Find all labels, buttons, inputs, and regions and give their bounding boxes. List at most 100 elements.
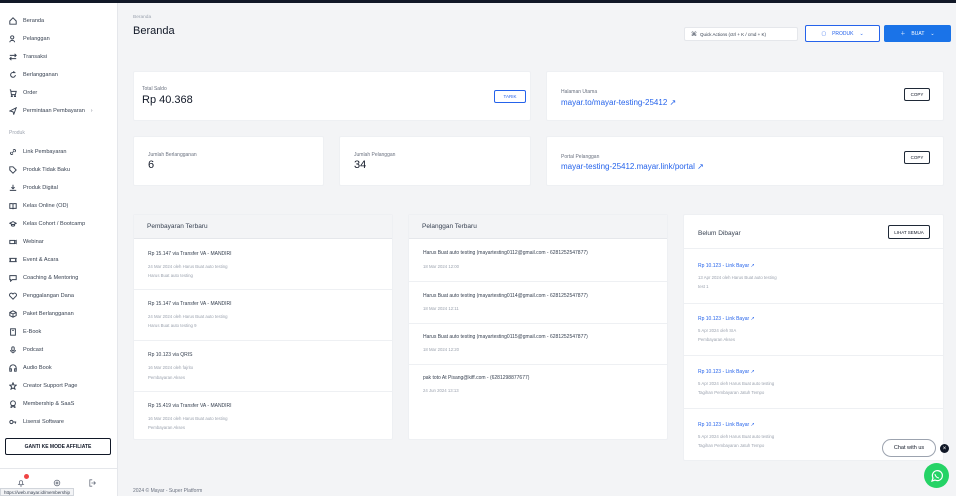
link-icon	[10, 149, 16, 155]
divider	[684, 408, 943, 409]
sidebar-item-webinar[interactable]: Webinar	[9, 237, 44, 247]
sidebar-item-pelanggan[interactable]: Pelanggan	[9, 34, 50, 44]
pelanggan-item-sub: 18 Mar 2024 12:20	[423, 347, 460, 352]
pembayaran-item-sub2: Harus Buat auto testing	[148, 273, 193, 278]
belum-panel-title: Belum Dibayar	[698, 230, 741, 237]
portal-link[interactable]: mayar-testing-25412.mayar.link/portal ↗	[561, 162, 704, 171]
sidebar-item-podcast[interactable]: Podcast	[9, 345, 43, 355]
divider	[409, 364, 667, 365]
jumlah-berlangganan-card: Jumlah Berlangganan 6	[133, 136, 324, 186]
cap-icon	[9, 221, 17, 227]
pelanggan-item-sub: 24 Jun 2024 13:13	[423, 388, 459, 393]
browser-top-bar	[0, 0, 956, 3]
pelanggan-item-sub: 18 Mar 2024 12:00	[423, 264, 460, 269]
pembayaran-item-sub2: Harus Buat auto testing 9	[148, 323, 197, 328]
status-url-tooltip: https://web.mayar.id/membership	[0, 488, 75, 496]
portal-label: Portal Pelanggan	[561, 154, 600, 160]
sidebar-item-permintaan-pembayaran[interactable]: Permintaan Pembayaran ›	[9, 106, 93, 116]
sidebar-item-coaching[interactable]: Coaching & Mentoring	[9, 273, 78, 283]
cart-icon	[9, 89, 17, 97]
belum-item-link[interactable]: Rp 10.123 - Link Bayar ↗	[698, 422, 755, 428]
tarik-button[interactable]: TARIK	[494, 90, 526, 103]
bell-icon[interactable]	[17, 479, 25, 487]
sidebar-item-ebook[interactable]: E-Book	[9, 327, 41, 337]
footer-copyright: 2024 © Mayar - Super Platform	[133, 488, 203, 494]
belum-dibayar-panel: Belum Dibayar LIHAT SEMUA Rp 10.123 - Li…	[683, 214, 944, 461]
close-icon[interactable]: ×	[940, 444, 949, 453]
logout-icon[interactable]	[89, 479, 97, 487]
copy-portal-button[interactable]: COPY	[904, 151, 930, 164]
sidebar-item-kelas-cohort[interactable]: Kelas Cohort / Bootcamp	[9, 219, 85, 229]
whatsapp-button[interactable]	[924, 463, 949, 488]
sidebar-item-paket-berlangganan[interactable]: Paket Berlangganan	[9, 309, 74, 319]
sidebar-item-lisensi-software[interactable]: Lisensi Software	[9, 417, 64, 427]
settings-icon[interactable]	[53, 479, 61, 487]
pembayaran-item-title[interactable]: Rp 15.147 via Transfer VA - MANDIRI	[148, 251, 232, 257]
pelanggan-item-title[interactable]: pak toto At Pisang@kiff.com - (628129887…	[423, 375, 529, 381]
lihat-semua-button[interactable]: LIHAT SEMUA	[888, 225, 930, 239]
breadcrumb[interactable]: Beranda	[133, 15, 151, 20]
sidebar-item-audio-book[interactable]: Audio Book	[9, 363, 52, 373]
sidebar-section-produk: Produk	[9, 130, 25, 136]
pembayaran-terbaru-panel: Pembayaran Terbaru Rp 15.147 via Transfe…	[133, 214, 393, 440]
tag-icon	[9, 166, 17, 174]
belum-item-link[interactable]: Rp 10.123 - Link Bayar ↗	[698, 263, 755, 269]
ebook-icon	[10, 328, 16, 336]
divider	[684, 303, 943, 304]
halaman-utama-label: Halaman Utama	[561, 89, 598, 95]
quick-actions-button[interactable]: ⌘ Quick Actions (ctrl + K / cmd + K)	[684, 27, 798, 41]
pelanggan-item-title[interactable]: Harus Buat auto testing (mayartesting011…	[423, 334, 588, 340]
produk-dropdown-button[interactable]: ▢ PRODUK ⌄	[805, 25, 880, 42]
mic-icon	[10, 346, 16, 354]
sidebar-item-order[interactable]: Order	[9, 88, 37, 98]
belum-item-sub2: test 1	[698, 284, 709, 289]
package-icon	[9, 310, 17, 318]
halaman-utama-link[interactable]: mayar.to/mayar-testing-25412 ↗	[561, 98, 676, 107]
sidebar-item-produk-tidak-baku[interactable]: Produk Tidak Baku	[9, 165, 70, 175]
belum-item-link[interactable]: Rp 10.123 - Link Bayar ↗	[698, 369, 755, 375]
sidebar-item-kelas-online[interactable]: Kelas Online (OD)	[9, 201, 68, 211]
box-icon: ▢	[821, 30, 827, 37]
video-icon	[9, 239, 17, 245]
headphones-icon	[9, 364, 17, 372]
total-saldo-label: Total Saldo	[142, 86, 167, 92]
buat-dropdown-button[interactable]: ＋ BUAT ⌄	[884, 25, 951, 42]
sidebar-item-creator-support[interactable]: Creator Support Page	[9, 381, 77, 391]
key-icon	[9, 419, 17, 425]
pembayaran-item-title[interactable]: Rp 10.123 via QRIS	[148, 352, 192, 358]
sidebar-item-berlangganan[interactable]: Berlangganan	[9, 70, 58, 80]
divider	[684, 355, 943, 356]
sidebar-item-transaksi[interactable]: Transaksi	[9, 52, 47, 62]
sidebar-item-membership[interactable]: Membership & SaaS	[9, 399, 74, 409]
book-icon	[9, 203, 17, 210]
sidebar-item-event[interactable]: Event & Acara	[9, 255, 58, 265]
sidebar-item-beranda[interactable]: Beranda	[9, 16, 44, 26]
download-icon	[9, 184, 17, 191]
belum-item-sub: 13 Apr 2024 oleh Harus Buat auto testing	[698, 275, 777, 280]
belum-item-sub2: Pembayaran Akses	[698, 337, 736, 342]
chevron-right-icon: ›	[90, 108, 93, 114]
affiliate-mode-button[interactable]: GANTI KE MODE AFFILIATE	[5, 438, 111, 455]
sidebar: Beranda Pelanggan Transaksi Berlangganan…	[0, 3, 118, 496]
pelanggan-item-title[interactable]: Harus Buat auto testing (mayartesting011…	[423, 293, 588, 299]
pelanggan-item-title[interactable]: Harus Buat auto testing (mayartesting011…	[423, 250, 588, 256]
pembayaran-item-title[interactable]: Rp 15.419 via Transfer VA - MANDIRI	[148, 403, 232, 409]
page-title: Beranda	[133, 25, 175, 37]
jumlah-pelanggan-card: Jumlah Pelanggan 34	[339, 136, 531, 186]
notification-badge	[24, 474, 29, 479]
star-icon	[9, 382, 17, 390]
divider	[134, 340, 392, 341]
sidebar-item-penggalangan-dana[interactable]: Penggalangan Dana	[9, 291, 74, 301]
sidebar-item-produk-digital[interactable]: Produk Digital	[9, 183, 58, 193]
chat-with-us-button[interactable]: Chat with us	[882, 439, 936, 457]
total-saldo-card: Total Saldo Rp 40.368 TARIK	[133, 71, 531, 121]
pelanggan-value: 34	[354, 159, 367, 171]
copy-halaman-button[interactable]: COPY	[904, 88, 930, 101]
whatsapp-icon	[930, 469, 943, 482]
sidebar-item-link-pembayaran[interactable]: Link Pembayaran	[9, 147, 67, 157]
chevron-down-icon: ⌄	[859, 30, 864, 37]
belum-item-link[interactable]: Rp 10.123 - Link Bayar ↗	[698, 316, 755, 322]
pembayaran-item-sub: 16 Mar 2024 oleh Harus Buat auto testing	[148, 416, 228, 421]
divider	[409, 323, 667, 324]
pembayaran-item-title[interactable]: Rp 15.147 via Transfer VA - MANDIRI	[148, 301, 232, 307]
